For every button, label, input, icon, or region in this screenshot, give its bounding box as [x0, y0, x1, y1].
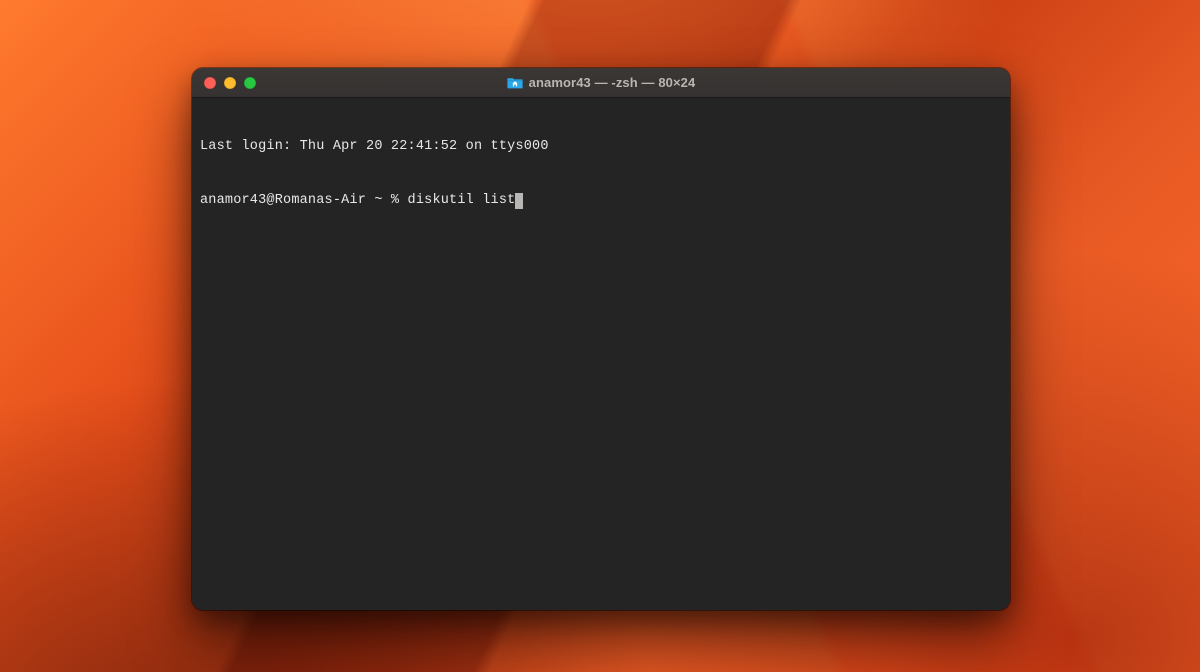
last-login-line: Last login: Thu Apr 20 22:41:52 on ttys0… — [200, 138, 549, 156]
typed-command: diskutil list — [408, 192, 516, 210]
prompt-line[interactable]: anamor43@Romanas-Air ~ % diskutil list — [200, 192, 1002, 210]
window-titlebar[interactable]: anamor43 — -zsh — 80×24 — [192, 68, 1010, 98]
terminal-window: anamor43 — -zsh — 80×24 Last login: Thu … — [192, 68, 1010, 610]
terminal-body[interactable]: Last login: Thu Apr 20 22:41:52 on ttys0… — [192, 98, 1010, 250]
cursor — [515, 193, 523, 209]
shell-prompt: anamor43@Romanas-Air ~ % — [200, 192, 408, 210]
window-title: anamor43 — -zsh — 80×24 — [529, 75, 696, 90]
minimize-button[interactable] — [224, 77, 236, 89]
traffic-lights — [204, 77, 256, 89]
close-button[interactable] — [204, 77, 216, 89]
home-folder-icon — [507, 76, 523, 89]
zoom-button[interactable] — [244, 77, 256, 89]
